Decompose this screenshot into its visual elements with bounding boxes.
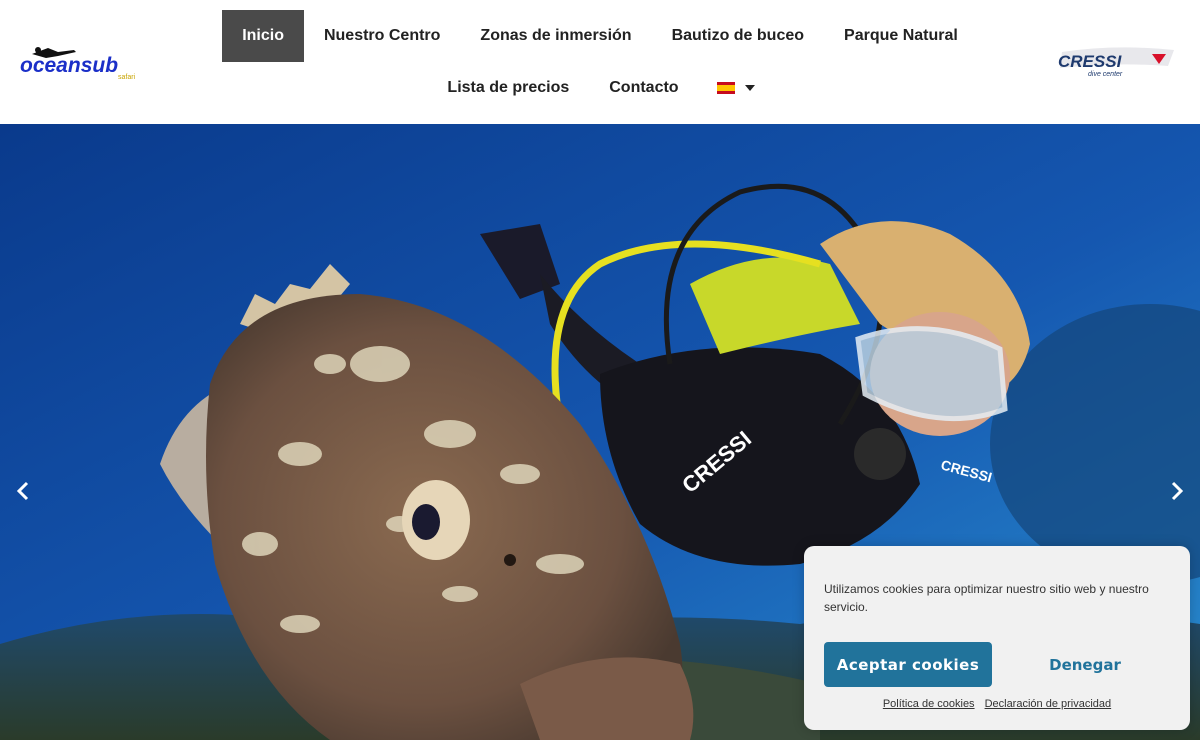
site-header: oceansub safari Inicio Nuestro Centro Zo…: [0, 0, 1200, 124]
main-navigation: Inicio Nuestro Centro Zonas de inmersión…: [222, 10, 970, 114]
cressi-logo-text: CRESSI: [1058, 52, 1123, 71]
chevron-left-icon[interactable]: [8, 476, 38, 506]
nav-item-bautizo-buceo[interactable]: Bautizo de buceo: [652, 10, 824, 62]
nav-item-lista-precios[interactable]: Lista de precios: [427, 62, 589, 114]
cookie-policy-link[interactable]: Política de cookies: [883, 698, 975, 710]
cressi-logo[interactable]: CRESSI dive center: [1056, 46, 1176, 78]
privacy-statement-link[interactable]: Declaración de privacidad: [985, 698, 1112, 710]
logo-subtext: safari: [118, 74, 136, 80]
oceansub-logo[interactable]: oceansub safari: [18, 44, 154, 80]
deny-cookies-button[interactable]: Denegar: [1004, 642, 1166, 687]
cookie-banner: Utilizamos cookies para optimizar nuestr…: [804, 546, 1190, 730]
cressi-logo-subtext: dive center: [1088, 71, 1123, 78]
nav-item-contacto[interactable]: Contacto: [589, 62, 698, 114]
caret-down-icon: [744, 85, 755, 91]
nav-row-1: Inicio Nuestro Centro Zonas de inmersión…: [222, 10, 970, 62]
nav-item-inicio[interactable]: Inicio: [222, 10, 304, 62]
accept-cookies-button[interactable]: Aceptar cookies: [824, 642, 992, 687]
chevron-right-icon[interactable]: [1162, 476, 1192, 506]
spain-flag-icon: [716, 82, 735, 94]
logo-text: oceansub: [20, 54, 118, 77]
cookie-links: Política de cookies Declaración de priva…: [804, 698, 1190, 710]
language-selector[interactable]: [699, 62, 773, 114]
regulator: [854, 428, 906, 480]
nav-row-2: Lista de precios Contacto: [230, 62, 970, 114]
nav-item-zonas-inmersion[interactable]: Zonas de inmersión: [460, 10, 651, 62]
nav-item-parque-natural[interactable]: Parque Natural: [824, 10, 978, 62]
nav-item-nuestro-centro[interactable]: Nuestro Centro: [304, 10, 460, 62]
cookie-message: Utilizamos cookies para optimizar nuestr…: [824, 582, 1149, 614]
